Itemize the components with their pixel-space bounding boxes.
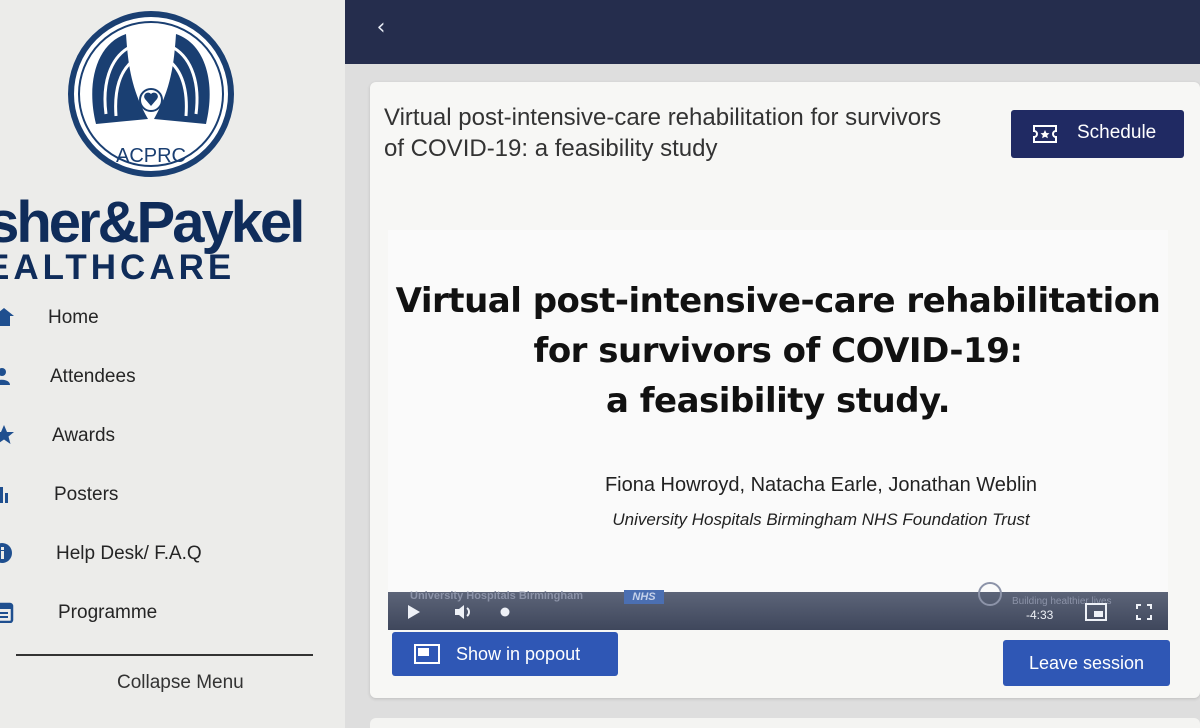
video-controls: University Hospitals Birmingham NHS Buil…	[388, 582, 1168, 630]
bar-chart-icon	[0, 487, 8, 503]
sidebar-item-label: Help Desk/ F.A.Q	[56, 543, 202, 564]
sidebar-item-label: Programme	[58, 602, 158, 623]
acprc-logo: ACPRC	[68, 11, 234, 177]
chevron-left-icon: ‹	[376, 14, 386, 40]
slide-authors: Fiona Howroyd, Natacha Earle, Jonathan W…	[604, 474, 1038, 496]
picture-in-picture-button[interactable]	[1084, 602, 1108, 622]
nhs-logo: NHS	[624, 590, 664, 604]
collapse-menu-button[interactable]: Collapse Menu	[117, 672, 244, 694]
play-icon	[408, 605, 420, 619]
sidebar-item-label: Awards	[52, 425, 116, 446]
volume-button[interactable]	[452, 602, 476, 622]
slide-title-line: for survivors of COVID-19:	[533, 331, 1023, 371]
main-content: ‹ Virtual post-intensive-care rehabilita…	[345, 0, 1200, 728]
popout-icon	[414, 644, 440, 664]
session-card: Virtual post-intensive-care rehabilitati…	[370, 82, 1200, 698]
sponsor-subtitle: EALTHCARE	[0, 248, 236, 287]
volume-icon	[455, 605, 470, 619]
schedule-button[interactable]: Schedule	[1011, 110, 1184, 158]
picture-in-picture-icon	[1085, 603, 1107, 621]
ticket-icon	[1033, 125, 1057, 143]
slide-footer-org: University Hospitals Birmingham	[410, 590, 583, 602]
next-card	[370, 718, 1200, 728]
show-in-popout-button[interactable]: Show in popout	[392, 632, 618, 676]
sponsor-logo: isher&Paykel EALTHCARE	[0, 188, 345, 292]
home-icon	[0, 308, 14, 326]
slide-title-line: a feasibility study.	[605, 381, 951, 421]
sidebar: ACPRC isher&Paykel EALTHCARE Home Attend…	[0, 0, 345, 728]
video-player[interactable]: Virtual post-intensive-care rehabilitati…	[388, 230, 1168, 630]
calendar-icon	[0, 602, 14, 623]
leave-session-button[interactable]: Leave session	[1003, 640, 1170, 686]
sidebar-item-posters[interactable]: Posters	[0, 473, 330, 517]
session-title: Virtual post-intensive-care rehabilitati…	[384, 104, 942, 162]
sidebar-item-programme[interactable]: Programme	[0, 591, 330, 635]
time-remaining: -4:33	[1026, 608, 1054, 622]
sidebar-item-attendees[interactable]: Attendees	[0, 355, 330, 399]
leave-session-label: Leave session	[1028, 653, 1145, 673]
info-icon	[0, 543, 12, 563]
sidebar-item-awards[interactable]: Awards	[0, 414, 330, 458]
star-icon	[0, 425, 14, 444]
sidebar-item-label: Posters	[54, 484, 119, 505]
sidebar-divider	[16, 654, 313, 656]
popout-label: Show in popout	[456, 644, 581, 664]
play-button[interactable]	[404, 602, 424, 622]
slide-footer-emblem	[978, 582, 1002, 606]
sidebar-item-label: Attendees	[50, 366, 136, 387]
fullscreen-icon	[1136, 604, 1152, 620]
top-bar: ‹	[345, 0, 1200, 64]
slide-title-line: Virtual post-intensive-care rehabilitati…	[395, 281, 1161, 321]
schedule-label: Schedule	[1077, 122, 1157, 143]
people-icon	[0, 368, 10, 385]
sidebar-item-help-desk[interactable]: Help Desk/ F.A.Q	[0, 532, 330, 576]
sidebar-item-home[interactable]: Home	[0, 296, 330, 340]
seek-handle[interactable]	[498, 602, 512, 622]
sidebar-item-label: Home	[48, 307, 99, 328]
slide-title: Virtual post-intensive-care rehabilitati…	[388, 276, 1168, 426]
fullscreen-button[interactable]	[1134, 602, 1154, 622]
back-button[interactable]: ‹	[369, 12, 393, 42]
slide-affiliation: University Hospitals Birmingham NHS Foun…	[612, 510, 1030, 529]
seek-handle-icon	[500, 607, 510, 617]
svg-text:ACPRC: ACPRC	[116, 145, 186, 167]
